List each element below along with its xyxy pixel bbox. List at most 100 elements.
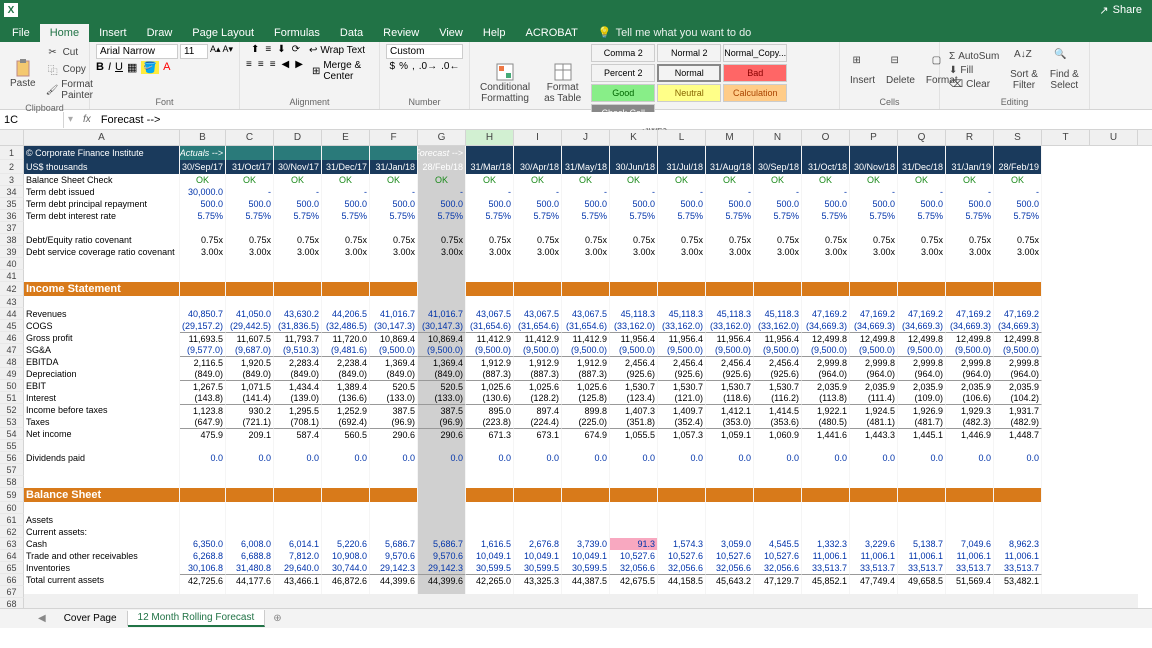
data-cell[interactable]: OK: [850, 174, 898, 186]
data-cell[interactable]: 1,931.7: [994, 404, 1042, 416]
data-cell[interactable]: 2,116.5: [180, 356, 226, 368]
data-cell[interactable]: OK: [514, 174, 562, 186]
data-cell[interactable]: 3.00x: [274, 246, 322, 258]
align-bottom-icon[interactable]: ⬇: [277, 44, 285, 57]
data-cell[interactable]: [466, 222, 514, 234]
data-cell[interactable]: 12,499.8: [802, 332, 850, 344]
style-bad[interactable]: Bad: [723, 64, 787, 82]
format-as-table-button[interactable]: Format as Table: [537, 60, 588, 106]
data-cell[interactable]: [514, 440, 562, 452]
style-good[interactable]: Good: [591, 84, 655, 102]
data-cell[interactable]: 3,229.6: [850, 538, 898, 550]
data-cell[interactable]: 40,850.7: [180, 308, 226, 320]
data-cell[interactable]: 0.75x: [994, 234, 1042, 246]
data-cell[interactable]: 42,725.6: [180, 574, 226, 586]
data-cell[interactable]: 0.75x: [898, 234, 946, 246]
data-cell[interactable]: [706, 488, 754, 502]
data-cell[interactable]: 1,434.4: [274, 380, 322, 392]
data-cell[interactable]: 10,869.4: [418, 332, 466, 344]
data-cell[interactable]: 8,962.3: [994, 538, 1042, 550]
data-cell[interactable]: 30/Apr/18: [514, 160, 562, 174]
data-cell[interactable]: (480.5): [802, 416, 850, 428]
data-cell[interactable]: [994, 270, 1042, 282]
data-cell[interactable]: [802, 488, 850, 502]
row-label[interactable]: Revenues: [24, 308, 180, 320]
data-cell[interactable]: [946, 146, 994, 160]
data-cell[interactable]: [946, 526, 994, 538]
row-label[interactable]: Current assets:: [24, 526, 180, 538]
row-header[interactable]: 49: [0, 368, 24, 380]
row-label[interactable]: Term debt interest rate: [24, 210, 180, 222]
data-cell[interactable]: -: [418, 186, 466, 198]
data-cell[interactable]: [898, 526, 946, 538]
data-cell[interactable]: 0.75x: [850, 234, 898, 246]
data-cell[interactable]: OK: [658, 174, 706, 186]
row-label[interactable]: Gross profit: [24, 332, 180, 344]
data-cell[interactable]: 44,206.5: [322, 308, 370, 320]
data-cell[interactable]: [514, 222, 562, 234]
data-cell[interactable]: 500.0: [754, 198, 802, 210]
data-cell[interactable]: [562, 476, 610, 488]
data-cell[interactable]: 0.75x: [706, 234, 754, 246]
data-cell[interactable]: [562, 464, 610, 476]
data-cell[interactable]: 2,676.8: [514, 538, 562, 550]
data-cell[interactable]: 0.75x: [180, 234, 226, 246]
data-cell[interactable]: 11,720.0: [322, 332, 370, 344]
data-cell[interactable]: [274, 222, 322, 234]
data-cell[interactable]: [898, 270, 946, 282]
data-cell[interactable]: [226, 146, 274, 160]
data-cell[interactable]: [658, 514, 706, 526]
tab-draw[interactable]: Draw: [137, 24, 183, 42]
data-cell[interactable]: 30,599.5: [514, 562, 562, 574]
data-cell[interactable]: 3.00x: [322, 246, 370, 258]
row-label[interactable]: Assets: [24, 514, 180, 526]
data-cell[interactable]: [274, 440, 322, 452]
data-cell[interactable]: 520.5: [370, 380, 418, 392]
data-cell[interactable]: 1,441.6: [802, 428, 850, 440]
data-cell[interactable]: 32,056.6: [706, 562, 754, 574]
data-cell[interactable]: -: [658, 186, 706, 198]
data-cell[interactable]: 1,616.5: [466, 538, 514, 550]
data-cell[interactable]: 3.00x: [706, 246, 754, 258]
row-label[interactable]: Income Statement: [24, 282, 180, 296]
data-cell[interactable]: [322, 282, 370, 296]
data-cell[interactable]: 47,169.2: [898, 308, 946, 320]
data-cell[interactable]: 1,055.5: [610, 428, 658, 440]
data-cell[interactable]: [610, 488, 658, 502]
formula-input[interactable]: [97, 112, 1152, 128]
data-cell[interactable]: [802, 270, 850, 282]
data-cell[interactable]: Actuals -->: [180, 146, 226, 160]
data-cell[interactable]: [802, 222, 850, 234]
data-cell[interactable]: 5.75%: [802, 210, 850, 222]
data-cell[interactable]: (133.0): [418, 392, 466, 404]
row-label[interactable]: Interest: [24, 392, 180, 404]
data-cell[interactable]: 45,852.1: [802, 574, 850, 586]
font-size-select[interactable]: 11: [180, 44, 208, 59]
data-cell[interactable]: [658, 270, 706, 282]
data-cell[interactable]: 47,169.2: [850, 308, 898, 320]
data-cell[interactable]: 31/Aug/18: [706, 160, 754, 174]
data-cell[interactable]: 897.4: [514, 404, 562, 416]
row-header[interactable]: 66: [0, 574, 24, 586]
data-cell[interactable]: [466, 526, 514, 538]
data-cell[interactable]: [466, 146, 514, 160]
data-cell[interactable]: [180, 270, 226, 282]
data-cell[interactable]: (964.0): [946, 368, 994, 380]
data-cell[interactable]: OK: [322, 174, 370, 186]
data-cell[interactable]: 42,675.5: [610, 574, 658, 586]
row-label[interactable]: [24, 440, 180, 452]
data-cell[interactable]: 0.0: [658, 452, 706, 464]
data-cell[interactable]: 41,050.0: [226, 308, 274, 320]
data-cell[interactable]: 1,929.3: [946, 404, 994, 416]
row-header[interactable]: 35: [0, 198, 24, 210]
share-button[interactable]: ↗ Share: [1093, 4, 1148, 17]
data-cell[interactable]: 0.75x: [322, 234, 370, 246]
data-cell[interactable]: 1,924.5: [850, 404, 898, 416]
data-cell[interactable]: [370, 270, 418, 282]
row-header[interactable]: 36: [0, 210, 24, 222]
data-cell[interactable]: 1,912.9: [466, 356, 514, 368]
data-cell[interactable]: 30/Nov/17: [274, 160, 322, 174]
data-cell[interactable]: 899.8: [562, 404, 610, 416]
data-cell[interactable]: [418, 476, 466, 488]
data-cell[interactable]: OK: [754, 174, 802, 186]
